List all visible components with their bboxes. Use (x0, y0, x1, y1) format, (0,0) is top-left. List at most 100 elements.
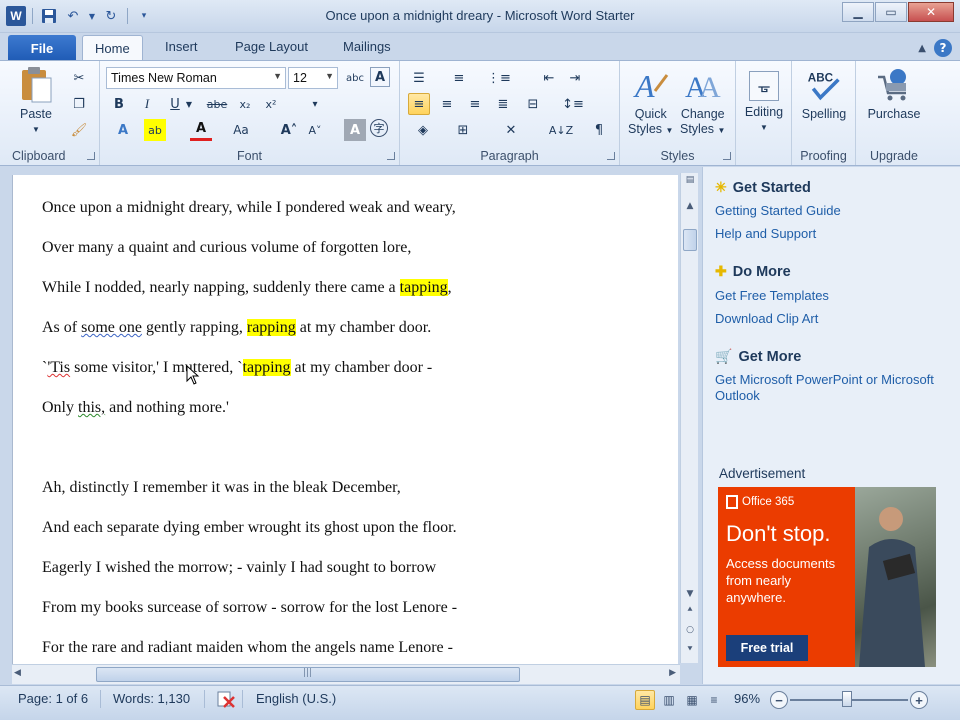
text-effects-icon[interactable]: A (112, 119, 134, 141)
document-line[interactable]: Only this, and nothing more.' (42, 399, 229, 417)
vertical-scroll-thumb[interactable] (683, 229, 697, 251)
zoom-level[interactable]: 96% (734, 691, 760, 706)
highlight-icon[interactable]: ab (144, 119, 166, 141)
clear-formatting-icon[interactable]: A (370, 67, 390, 87)
font-family-select[interactable]: Times New Roman ▼ (106, 67, 286, 89)
next-page-icon[interactable]: ⯆ (681, 645, 699, 655)
paste-dropdown-icon[interactable]: ▼ (32, 122, 40, 137)
previous-page-icon[interactable]: ⯅ (681, 605, 699, 615)
cut-icon[interactable]: ✂ (68, 67, 90, 89)
zoom-out-icon[interactable]: − (770, 691, 788, 709)
underline-dropdown-icon[interactable]: ▼ (184, 93, 194, 115)
zoom-slider-thumb[interactable] (842, 691, 852, 707)
shading-icon[interactable]: ◈ (412, 119, 434, 141)
minimize-icon[interactable]: ▁ (842, 2, 874, 22)
align-right-icon[interactable]: ≡ (464, 93, 486, 115)
help-and-support-link[interactable]: Help and Support (715, 226, 951, 242)
draft-view-icon[interactable]: ≡ (704, 690, 724, 710)
align-left-icon[interactable]: ≡ (408, 93, 430, 115)
free-trial-button[interactable]: Free trial (726, 635, 808, 661)
tab-page-layout[interactable]: Page Layout (235, 39, 308, 54)
help-icon[interactable]: ? (934, 39, 952, 57)
increase-indent-icon[interactable]: ⇥ (564, 67, 586, 89)
get-free-templates-link[interactable]: Get Free Templates (715, 288, 951, 304)
web-layout-icon[interactable]: ▦ (682, 690, 702, 710)
bold-icon[interactable]: B (108, 93, 130, 115)
download-clip-art-link[interactable]: Download Clip Art (715, 311, 951, 327)
language-indicator[interactable]: English (U.S.) (256, 691, 336, 706)
tab-home[interactable]: Home (82, 35, 143, 62)
subscript-icon[interactable]: x₂ (234, 93, 256, 115)
document-line[interactable]: Ah, distinctly I remember it was in the … (42, 479, 401, 497)
spelling-button[interactable]: ABC Spelling (796, 67, 852, 122)
scroll-left-icon[interactable]: ◀ (14, 668, 21, 678)
document-line[interactable]: Over many a quaint and curious volume of… (42, 239, 411, 257)
enclose-characters-icon[interactable]: 字 (370, 119, 388, 137)
shrink-font-icon[interactable]: A˅ (304, 119, 326, 141)
clipboard-launcher-icon[interactable] (87, 152, 95, 160)
full-screen-reading-icon[interactable]: ▥ (659, 690, 679, 710)
italic-icon[interactable]: I (136, 93, 158, 115)
scroll-right-icon[interactable]: ▶ (669, 668, 676, 678)
borders-icon[interactable]: ⊞ (452, 119, 474, 141)
tab-insert[interactable]: Insert (165, 39, 198, 54)
asian-layout-icon[interactable]: ✕ (500, 119, 522, 141)
scroll-up-icon[interactable]: ▲ (681, 201, 699, 211)
justify-icon[interactable]: ≣ (492, 93, 514, 115)
distributed-icon[interactable]: ⊟ (522, 93, 544, 115)
document-line[interactable]: Eagerly I wished the morrow; - vainly I … (42, 559, 436, 577)
decrease-indent-icon[interactable]: ⇤ (538, 67, 560, 89)
character-shading-icon[interactable]: A (344, 119, 366, 141)
quick-styles-button[interactable]: A Quick Styles ▼ (628, 67, 673, 138)
bullets-icon[interactable]: ☰ (408, 67, 430, 89)
strikethrough-icon[interactable]: abe (206, 93, 228, 115)
zoom-in-icon[interactable]: + (910, 691, 928, 709)
document-line[interactable]: As of some one gently rapping, rapping a… (42, 319, 431, 337)
select-browse-object-icon[interactable]: ○ (681, 625, 699, 635)
show-hide-icon[interactable]: ¶ (588, 119, 610, 141)
print-layout-view-icon[interactable]: ▤ (635, 690, 655, 710)
word-count[interactable]: Words: 1,130 (113, 691, 190, 706)
paragraph-launcher-icon[interactable] (607, 152, 615, 160)
document-page[interactable]: Once upon a midnight dreary, while I pon… (12, 175, 678, 664)
paste-button[interactable]: Paste ▼ (18, 67, 54, 137)
page-count[interactable]: Page: 1 of 6 (18, 691, 88, 706)
horizontal-scrollbar[interactable]: ◀ ||| ▶ (12, 664, 680, 684)
document-line[interactable]: Once upon a midnight dreary, while I pon… (42, 199, 456, 217)
styles-launcher-icon[interactable] (723, 152, 731, 160)
tab-mailings[interactable]: Mailings (343, 39, 391, 54)
align-center-icon[interactable]: ≡ (436, 93, 458, 115)
format-painter-icon[interactable]: 🖌 (68, 119, 90, 141)
purchase-button[interactable]: Purchase (862, 67, 926, 122)
underline-icon[interactable]: U (164, 93, 186, 115)
numbering-icon[interactable]: ≡ (448, 67, 470, 89)
change-styles-button[interactable]: AA Change Styles ▼ (680, 67, 725, 138)
document-line[interactable]: While I nodded, nearly napping, suddenly… (42, 279, 452, 297)
tab-file[interactable]: File (8, 35, 76, 61)
font-color-icon[interactable]: A (190, 119, 212, 141)
superscript-icon[interactable]: x² (260, 93, 282, 115)
line-spacing-icon[interactable]: ↕≡ (562, 93, 584, 115)
document-line[interactable]: For the rare and radiant maiden whom the… (42, 639, 453, 657)
sort-icon[interactable]: A↓Z (549, 119, 573, 141)
text-effects-dropdown-icon[interactable]: ▾ (304, 93, 326, 115)
minimize-ribbon-icon[interactable]: ▲ (918, 43, 926, 54)
editing-button[interactable]: ᚗ Editing ▼ (740, 71, 788, 135)
get-powerpoint-outlook-link[interactable]: Get Microsoft PowerPoint or Microsoft Ou… (715, 372, 951, 404)
document-line[interactable]: And each separate dying ember wrought it… (42, 519, 457, 537)
change-case-aa-icon[interactable]: Aa (230, 119, 252, 141)
vertical-scrollbar[interactable]: ▤ ▲ ▼ ⯅ ○ ⯆ (680, 173, 698, 663)
advertisement-banner[interactable]: Office 365 Don't stop. Access documents … (718, 487, 936, 667)
change-case-icon[interactable]: abc (344, 67, 366, 89)
font-size-select[interactable]: 12 ▼ (288, 67, 338, 89)
proofing-status-icon[interactable] (216, 689, 236, 712)
ruler-toggle-icon[interactable]: ▤ (681, 175, 699, 185)
document-line[interactable]: From my books surcease of sorrow - sorro… (42, 599, 457, 617)
maximize-icon[interactable]: ▭ (875, 2, 907, 22)
multilevel-list-icon[interactable]: ⋮≡ (487, 67, 511, 89)
scroll-down-icon[interactable]: ▼ (681, 589, 699, 599)
getting-started-guide-link[interactable]: Getting Started Guide (715, 203, 951, 219)
copy-icon[interactable]: ❐ (68, 93, 90, 115)
document-line[interactable]: `'Tis some visitor,' I muttered, `tappin… (42, 359, 432, 377)
close-icon[interactable]: ✕ (908, 2, 954, 22)
